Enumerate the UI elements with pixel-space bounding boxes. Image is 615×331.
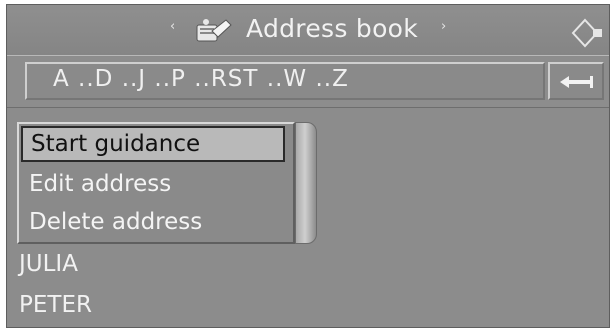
alphabet-label[interactable]: A ..D ..J ..P ..RST ..W ..Z <box>53 66 349 92</box>
back-arrow-icon <box>560 76 593 88</box>
prev-arrow-icon[interactable]: ‹ <box>170 19 175 34</box>
alphabet-row: A ..D ..J ..P ..RST ..W ..Z <box>7 57 609 108</box>
navigation-screen: ‹ Address book › A ..D ..J ..P ..RST ..W… <box>6 4 610 328</box>
list-item[interactable]: PETER <box>19 292 92 318</box>
header-bar: ‹ Address book › <box>7 5 609 56</box>
controller-joystick-icon[interactable] <box>569 18 605 48</box>
menu-scrollbar[interactable] <box>295 122 317 244</box>
back-button[interactable] <box>548 62 604 100</box>
edit-address-item[interactable]: Edit address <box>21 166 285 202</box>
page-title: Address book <box>246 14 419 43</box>
address-book-icon <box>196 19 232 42</box>
context-menu: Start guidance Edit address Delete addre… <box>17 122 295 244</box>
next-arrow-icon[interactable]: › <box>441 19 446 34</box>
delete-address-item[interactable]: Delete address <box>21 204 285 240</box>
start-guidance-item[interactable]: Start guidance <box>21 126 285 162</box>
list-item[interactable]: JULIA <box>19 251 78 277</box>
